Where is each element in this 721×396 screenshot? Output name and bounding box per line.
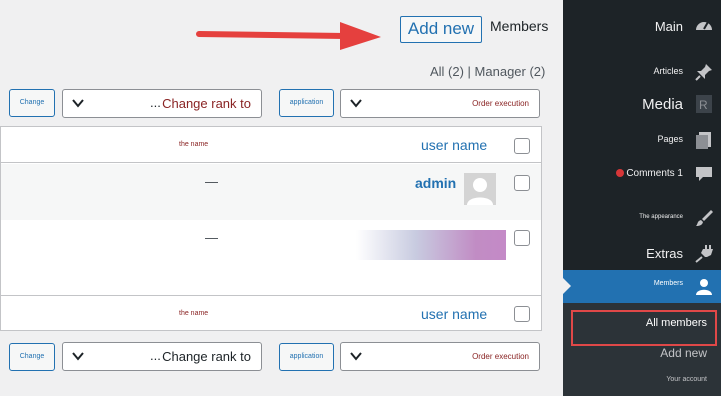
sidebar-item-articles[interactable]: Articles (563, 62, 721, 82)
bulk-action-select-bottom[interactable]: Order execution (340, 342, 540, 371)
sidebar-item-members[interactable]: Members (563, 270, 721, 303)
pages-icon (696, 132, 711, 149)
pin-icon (695, 64, 712, 81)
row-username-link[interactable]: admin (415, 175, 456, 191)
select-all-checkbox[interactable] (514, 138, 530, 154)
table-header: the name user name (1, 127, 541, 163)
row-checkbox[interactable] (514, 230, 530, 246)
sidebar-item-label: Media (642, 96, 683, 113)
select-all-checkbox-bottom[interactable] (514, 306, 530, 322)
rank-select-value: Change rank to (162, 96, 251, 111)
brush-icon (696, 210, 713, 226)
sidebar-item-main[interactable]: Main (563, 16, 721, 38)
column-username-header[interactable]: user name (421, 137, 487, 153)
table-footer: the name user name (1, 295, 541, 331)
chevron-down-icon (72, 99, 84, 108)
row-name-cell: — (205, 230, 218, 245)
sidebar-item-label: Articles (653, 66, 683, 76)
bulk-action-select[interactable]: Order execution (340, 89, 540, 118)
plugin-icon (695, 245, 713, 263)
sidebar-item-label: Extras (646, 246, 683, 261)
users-table: the name user name — admin — the name us… (0, 126, 542, 331)
column-username-footer[interactable]: user name (421, 306, 487, 322)
add-new-button[interactable]: Add new (400, 16, 482, 43)
sidebar-item-label: Members (653, 280, 683, 287)
apply-button[interactable]: application (279, 89, 334, 117)
comment-icon (696, 167, 712, 181)
dashboard-icon (696, 21, 712, 30)
chevron-down-icon (350, 99, 362, 108)
change-rank-select-bottom[interactable]: ... Change rank to (62, 342, 262, 371)
bulk-action-value: Order execution (472, 99, 529, 108)
main-content: Add new Members All (2) | Manager (2) Ch… (0, 0, 563, 396)
submenu-add-new[interactable]: Add new (660, 346, 707, 360)
role-filter-links[interactable]: All (2) | Manager (2) (430, 64, 545, 79)
user-icon (696, 279, 712, 295)
media-icon: R (696, 95, 712, 113)
bulk-action-value: Order execution (472, 352, 529, 361)
change-rank-button-bottom[interactable]: Change (9, 343, 55, 371)
row-name-cell: — (205, 174, 218, 189)
change-rank-select[interactable]: ... Change rank to (62, 89, 262, 118)
rank-select-dots: ... (150, 95, 161, 110)
avatar (464, 173, 496, 205)
sidebar-item-pages[interactable]: Pages (563, 130, 721, 150)
table-row: — (1, 220, 541, 295)
chevron-down-icon (72, 352, 84, 361)
rank-select-value: Change rank to (162, 349, 251, 364)
row-checkbox[interactable] (514, 175, 530, 191)
blurred-user-info (356, 230, 506, 260)
column-name-header[interactable]: the name (179, 141, 208, 148)
sidebar-item-label: Main (654, 19, 683, 34)
sidebar-item-label: The appearance (639, 214, 683, 220)
sidebar-item-extras[interactable]: Extras (563, 243, 721, 265)
current-menu-indicator (563, 278, 571, 294)
submenu-your-account[interactable]: Your account (666, 376, 707, 383)
table-row: — admin (1, 164, 541, 220)
change-rank-button[interactable]: Change (9, 89, 55, 117)
annotation-arrow-icon (196, 22, 381, 50)
sidebar-item-label: Pages (657, 134, 683, 144)
sidebar-item-comments[interactable]: Comments 1 (563, 164, 721, 184)
sidebar-item-appearance[interactable]: The appearance (563, 208, 721, 228)
column-name-footer[interactable]: the name (179, 310, 208, 317)
sidebar-item-label: Comments 1 (616, 168, 683, 179)
rank-select-dots: ... (150, 348, 161, 363)
highlight-box (571, 310, 717, 346)
notification-badge (616, 169, 625, 178)
svg-text:R: R (699, 98, 708, 112)
page-title: Members (490, 18, 549, 34)
apply-button-bottom[interactable]: application (279, 343, 334, 371)
sidebar-item-media[interactable]: Media R (563, 94, 721, 116)
chevron-down-icon (350, 352, 362, 361)
